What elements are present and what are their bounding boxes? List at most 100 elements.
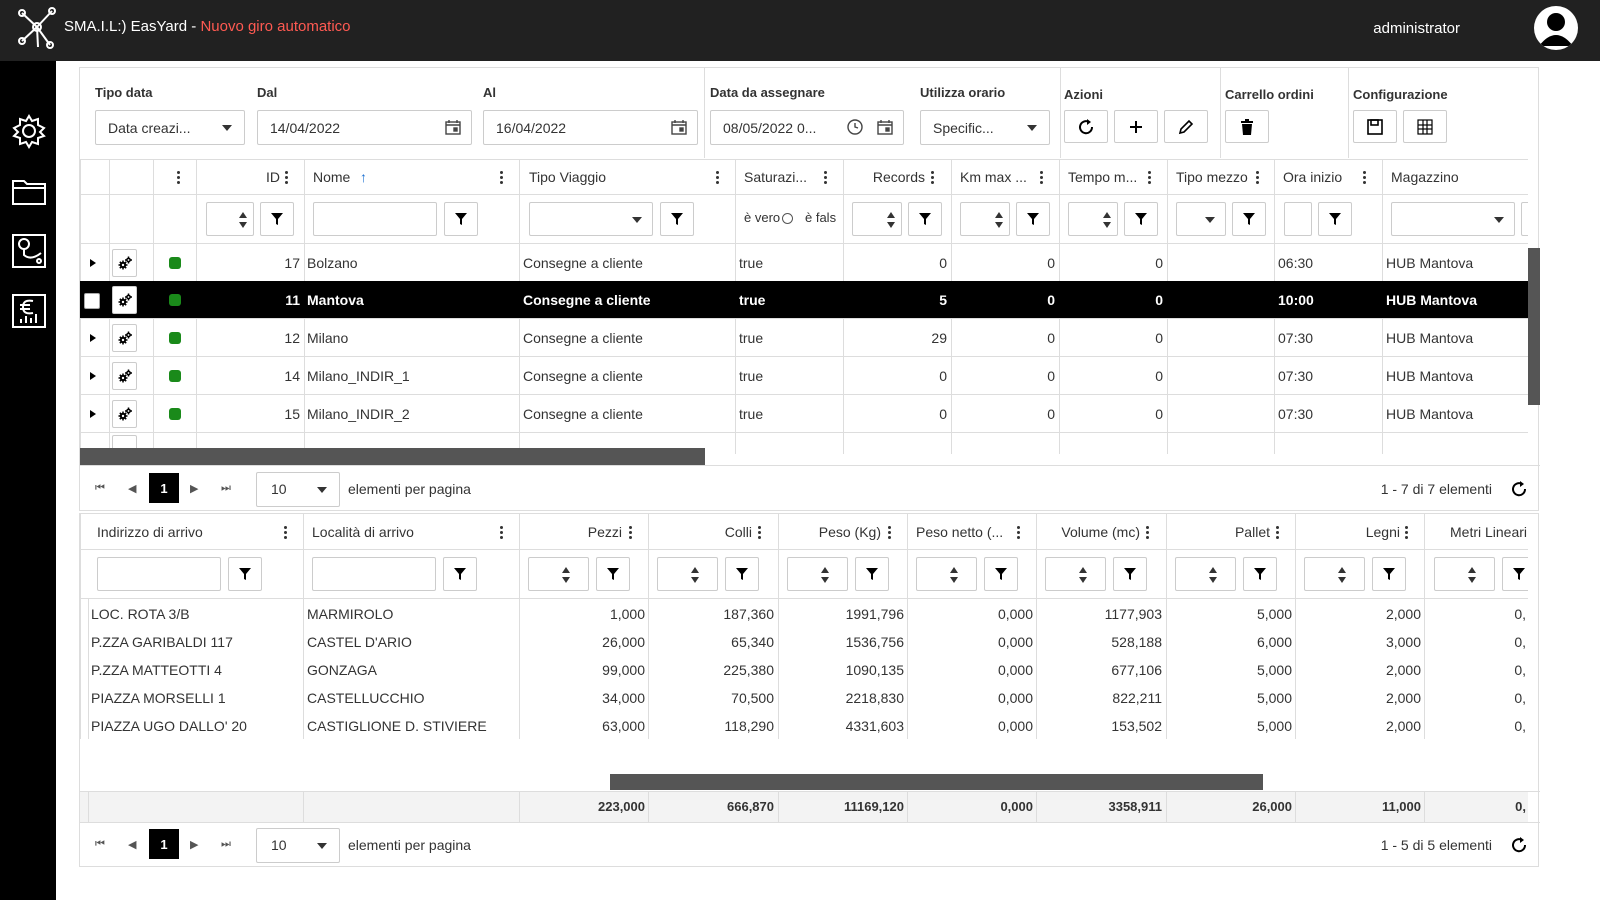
column-menu-icon[interactable] bbox=[758, 526, 762, 540]
col-header-pallet[interactable]: Pallet bbox=[1176, 524, 1270, 540]
table-row[interactable]: LOC. ROTA 3/B MARMIROLO 1,000 187,360 1991,7… bbox=[80, 600, 1528, 628]
indirizzo-filter-input[interactable] bbox=[97, 557, 221, 591]
column-menu-icon[interactable] bbox=[500, 171, 504, 185]
column-menu-icon[interactable] bbox=[500, 526, 504, 540]
tipo-mezzo-filter-select[interactable] bbox=[1176, 202, 1226, 236]
sidebar-item-settings[interactable] bbox=[11, 113, 47, 149]
col-header-tipo-mezzo[interactable]: Tipo mezzo bbox=[1176, 169, 1252, 185]
table-row[interactable]: P.ZZA GARIBALDI 117 CASTEL D'ARIO 26,000 65… bbox=[80, 628, 1528, 656]
col-header-peso[interactable]: Peso (Kg) bbox=[787, 524, 881, 540]
table-row[interactable]: 11 Mantova Consegne a cliente true 5 0 0 10:00 H… bbox=[80, 281, 1528, 319]
spinner-arrows-icon[interactable] bbox=[691, 566, 699, 584]
magazzino-filter-select[interactable] bbox=[1391, 202, 1515, 236]
pezzi-filter-input[interactable] bbox=[528, 557, 589, 591]
last-page-icon[interactable]: ⏭ bbox=[221, 838, 231, 851]
row-settings-button[interactable] bbox=[112, 286, 137, 314]
tipo-mezzo-filter-button[interactable] bbox=[1232, 202, 1266, 236]
nome-filter-input[interactable] bbox=[313, 202, 437, 236]
col-header-peso-netto[interactable]: Peso netto (... bbox=[916, 524, 1006, 540]
sidebar-item-map[interactable] bbox=[11, 233, 47, 269]
column-menu-icon[interactable] bbox=[1256, 171, 1260, 185]
page-size-select[interactable]: 10 bbox=[256, 472, 340, 507]
details-horizontal-scrollbar[interactable] bbox=[610, 774, 1263, 790]
column-menu-icon[interactable] bbox=[1276, 526, 1280, 540]
peso-netto-filter-input[interactable] bbox=[916, 557, 977, 591]
calendar-icon[interactable] bbox=[877, 119, 893, 135]
ora-inizio-filter-input[interactable] bbox=[1284, 202, 1312, 236]
metri-filter-button[interactable] bbox=[1502, 557, 1528, 591]
sort-ascending-icon[interactable]: ↑ bbox=[360, 169, 367, 185]
calendar-icon[interactable] bbox=[671, 119, 687, 135]
dal-date-input[interactable]: 14/04/2022 bbox=[257, 110, 472, 145]
page-size-select[interactable]: 10 bbox=[256, 828, 340, 863]
table-row[interactable]: 15 Milano_INDIR_2 Consegne a cliente true 0 0… bbox=[80, 395, 1528, 433]
next-page-icon[interactable]: ▶ bbox=[190, 482, 198, 495]
first-page-icon[interactable]: ⏮ bbox=[95, 838, 105, 851]
expand-row-icon[interactable] bbox=[90, 334, 96, 342]
column-menu-icon[interactable] bbox=[888, 526, 892, 540]
table-row[interactable]: PIAZZA MORSELLI 1 CASTELLUCCHIO 34,000 70,5… bbox=[80, 684, 1528, 712]
column-menu-icon[interactable] bbox=[284, 526, 288, 540]
row-settings-button[interactable] bbox=[112, 324, 137, 352]
spinner-arrows-icon[interactable] bbox=[1209, 566, 1217, 584]
table-row[interactable]: 14 Milano_INDIR_1 Consegne a cliente true 0 0… bbox=[80, 357, 1528, 395]
table-row[interactable]: 17 Bolzano Consegne a cliente true 0 0 0 06:30 H… bbox=[80, 244, 1528, 282]
spinner-arrows-icon[interactable] bbox=[562, 566, 570, 584]
magazzino-filter-button[interactable] bbox=[1521, 202, 1528, 236]
expand-row-icon[interactable] bbox=[90, 259, 96, 267]
col-header-km-max[interactable]: Km max ... bbox=[960, 169, 1036, 185]
tours-vertical-scrollbar[interactable] bbox=[1528, 248, 1540, 405]
peso-filter-button[interactable] bbox=[855, 557, 889, 591]
bool-filter-true[interactable]: è vero bbox=[744, 210, 794, 225]
colli-filter-button[interactable] bbox=[725, 557, 759, 591]
legni-filter-input[interactable] bbox=[1304, 557, 1365, 591]
reset-config-button[interactable] bbox=[1403, 110, 1447, 143]
volume-filter-input[interactable] bbox=[1045, 557, 1106, 591]
table-row[interactable]: PIAZZA UGO DALLO' 20 CASTIGLIONE D. STIVI… bbox=[80, 712, 1528, 740]
col-header-ora-inizio[interactable]: Ora inizio bbox=[1283, 169, 1359, 185]
column-menu-icon[interactable] bbox=[1146, 526, 1150, 540]
first-page-icon[interactable]: ⏮ bbox=[95, 482, 105, 495]
column-menu-icon[interactable] bbox=[1017, 526, 1021, 540]
col-header-localita[interactable]: Località di arrivo bbox=[312, 524, 414, 540]
tours-horizontal-scrollbar[interactable] bbox=[80, 448, 705, 465]
table-row[interactable]: P.ZZA MATTEOTTI 4 GONZAGA 99,000 225,380 109… bbox=[80, 656, 1528, 684]
refresh-icon[interactable] bbox=[1510, 836, 1528, 854]
indirizzo-filter-button[interactable] bbox=[228, 557, 262, 591]
spinner-arrows-icon[interactable] bbox=[821, 566, 829, 584]
col-header-tempo[interactable]: Tempo m... bbox=[1068, 169, 1144, 185]
data-assegnare-input[interactable]: 08/05/2022 0... bbox=[710, 110, 904, 145]
row-settings-button[interactable] bbox=[112, 249, 137, 277]
spinner-arrows-icon[interactable] bbox=[995, 211, 1003, 229]
page-number[interactable]: 1 bbox=[149, 473, 179, 503]
id-filter-button[interactable] bbox=[260, 202, 294, 236]
prev-page-icon[interactable]: ◀ bbox=[128, 838, 136, 851]
tipo-data-select[interactable]: Data creazi... bbox=[95, 110, 245, 145]
spinner-arrows-icon[interactable] bbox=[1103, 211, 1111, 229]
column-menu-icon[interactable] bbox=[629, 526, 633, 540]
records-filter-button[interactable] bbox=[908, 202, 942, 236]
pallet-filter-input[interactable] bbox=[1175, 557, 1236, 591]
legni-filter-button[interactable] bbox=[1372, 557, 1406, 591]
localita-filter-button[interactable] bbox=[443, 557, 477, 591]
col-header-indirizzo[interactable]: Indirizzo di arrivo bbox=[97, 524, 203, 540]
col-header-volume[interactable]: Volume (mc) bbox=[1046, 524, 1140, 540]
col-header-saturazione[interactable]: Saturazi... bbox=[744, 169, 816, 185]
delete-cart-button[interactable] bbox=[1225, 110, 1269, 143]
id-filter-input[interactable] bbox=[206, 202, 254, 236]
column-menu-icon[interactable] bbox=[177, 171, 181, 185]
last-page-icon[interactable]: ⏭ bbox=[221, 482, 231, 495]
peso-netto-filter-button[interactable] bbox=[984, 557, 1018, 591]
save-config-button[interactable] bbox=[1353, 110, 1397, 143]
col-header-pezzi[interactable]: Pezzi bbox=[528, 524, 622, 540]
col-header-legni[interactable]: Legni bbox=[1306, 524, 1400, 540]
spinner-arrows-icon[interactable] bbox=[1468, 566, 1476, 584]
col-header-metri[interactable]: Metri Lineari bbox=[1450, 524, 1528, 540]
column-menu-icon[interactable] bbox=[824, 171, 828, 185]
column-menu-icon[interactable] bbox=[716, 171, 720, 185]
row-settings-button[interactable] bbox=[112, 362, 137, 390]
pezzi-filter-button[interactable] bbox=[596, 557, 630, 591]
column-menu-icon[interactable] bbox=[285, 171, 289, 185]
bool-filter-false[interactable]: è fals bbox=[805, 210, 841, 225]
nome-filter-button[interactable] bbox=[444, 202, 478, 236]
